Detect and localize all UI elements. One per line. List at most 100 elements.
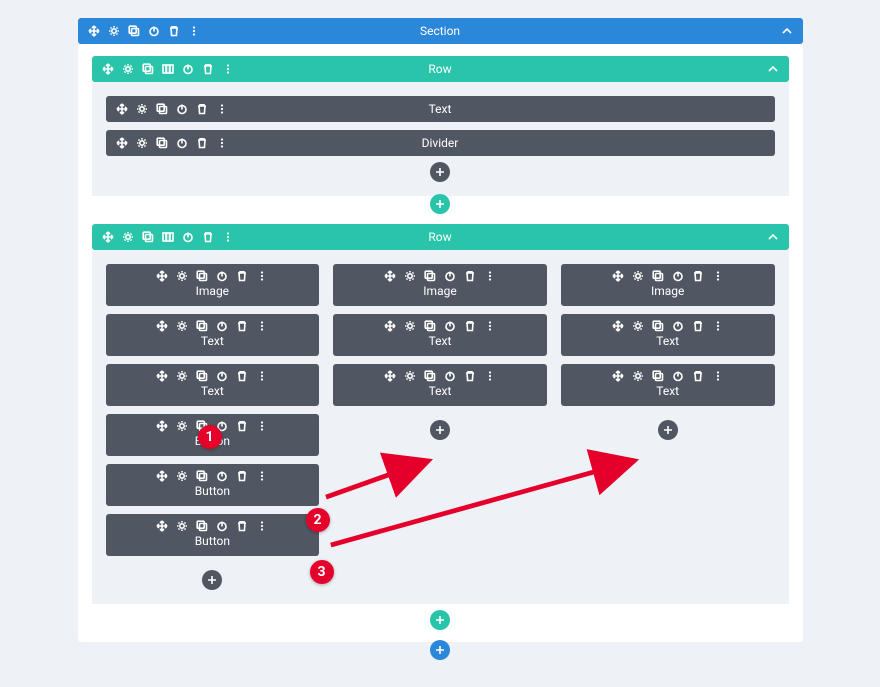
more-icon[interactable] bbox=[712, 320, 724, 332]
gear-icon[interactable] bbox=[632, 270, 644, 282]
power-icon[interactable] bbox=[444, 370, 456, 382]
duplicate-icon[interactable] bbox=[652, 370, 664, 382]
gear-icon[interactable] bbox=[122, 231, 134, 243]
power-icon[interactable] bbox=[148, 25, 160, 37]
gear-icon[interactable] bbox=[176, 470, 188, 482]
trash-icon[interactable] bbox=[464, 320, 476, 332]
more-icon[interactable] bbox=[256, 520, 268, 532]
module-block-button[interactable]: Button bbox=[106, 464, 320, 506]
power-icon[interactable] bbox=[216, 270, 228, 282]
power-icon[interactable] bbox=[182, 231, 194, 243]
trash-icon[interactable] bbox=[464, 270, 476, 282]
move-icon[interactable] bbox=[156, 320, 168, 332]
more-icon[interactable] bbox=[222, 63, 234, 75]
more-icon[interactable] bbox=[216, 137, 228, 149]
duplicate-icon[interactable] bbox=[424, 270, 436, 282]
row-bar[interactable]: Row bbox=[92, 224, 789, 250]
columns-icon[interactable] bbox=[162, 63, 174, 75]
module-block-image[interactable]: Image bbox=[106, 264, 320, 306]
move-icon[interactable] bbox=[384, 370, 396, 382]
module-block-text[interactable]: Text bbox=[561, 314, 775, 356]
more-icon[interactable] bbox=[484, 270, 496, 282]
more-icon[interactable] bbox=[256, 320, 268, 332]
trash-icon[interactable] bbox=[236, 370, 248, 382]
move-icon[interactable] bbox=[156, 420, 168, 432]
section-bar[interactable]: Section bbox=[78, 18, 803, 44]
gear-icon[interactable] bbox=[632, 370, 644, 382]
power-icon[interactable] bbox=[672, 370, 684, 382]
add-module-button[interactable] bbox=[658, 420, 678, 440]
duplicate-icon[interactable] bbox=[652, 270, 664, 282]
move-icon[interactable] bbox=[384, 320, 396, 332]
more-icon[interactable] bbox=[484, 370, 496, 382]
duplicate-icon[interactable] bbox=[156, 137, 168, 149]
columns-icon[interactable] bbox=[162, 231, 174, 243]
move-icon[interactable] bbox=[156, 520, 168, 532]
duplicate-icon[interactable] bbox=[424, 320, 436, 332]
module-block-text[interactable]: Text bbox=[106, 314, 320, 356]
duplicate-icon[interactable] bbox=[142, 63, 154, 75]
trash-icon[interactable] bbox=[692, 320, 704, 332]
trash-icon[interactable] bbox=[196, 103, 208, 115]
more-icon[interactable] bbox=[484, 320, 496, 332]
module-bar-text[interactable]: Text bbox=[106, 96, 775, 122]
move-icon[interactable] bbox=[102, 63, 114, 75]
chevron-up-icon[interactable] bbox=[767, 231, 779, 243]
trash-icon[interactable] bbox=[236, 470, 248, 482]
more-icon[interactable] bbox=[712, 270, 724, 282]
gear-icon[interactable] bbox=[136, 137, 148, 149]
trash-icon[interactable] bbox=[236, 270, 248, 282]
chevron-up-icon[interactable] bbox=[767, 63, 779, 75]
power-icon[interactable] bbox=[216, 470, 228, 482]
add-row-button[interactable] bbox=[430, 610, 450, 630]
trash-icon[interactable] bbox=[202, 231, 214, 243]
duplicate-icon[interactable] bbox=[196, 320, 208, 332]
more-icon[interactable] bbox=[216, 103, 228, 115]
more-icon[interactable] bbox=[256, 270, 268, 282]
add-module-button[interactable] bbox=[202, 570, 222, 590]
move-icon[interactable] bbox=[88, 25, 100, 37]
move-icon[interactable] bbox=[612, 320, 624, 332]
module-block-image[interactable]: Image bbox=[333, 264, 547, 306]
gear-icon[interactable] bbox=[632, 320, 644, 332]
duplicate-icon[interactable] bbox=[424, 370, 436, 382]
duplicate-icon[interactable] bbox=[196, 470, 208, 482]
more-icon[interactable] bbox=[188, 25, 200, 37]
trash-icon[interactable] bbox=[202, 63, 214, 75]
add-module-button[interactable] bbox=[430, 420, 450, 440]
duplicate-icon[interactable] bbox=[652, 320, 664, 332]
gear-icon[interactable] bbox=[108, 25, 120, 37]
gear-icon[interactable] bbox=[176, 420, 188, 432]
move-icon[interactable] bbox=[116, 137, 128, 149]
gear-icon[interactable] bbox=[176, 270, 188, 282]
power-icon[interactable] bbox=[672, 320, 684, 332]
add-row-button[interactable] bbox=[430, 194, 450, 214]
gear-icon[interactable] bbox=[176, 320, 188, 332]
move-icon[interactable] bbox=[156, 370, 168, 382]
module-block-text[interactable]: Text bbox=[333, 314, 547, 356]
gear-icon[interactable] bbox=[176, 370, 188, 382]
power-icon[interactable] bbox=[444, 270, 456, 282]
gear-icon[interactable] bbox=[136, 103, 148, 115]
module-block-image[interactable]: Image bbox=[561, 264, 775, 306]
gear-icon[interactable] bbox=[404, 370, 416, 382]
row-bar[interactable]: Row bbox=[92, 56, 789, 82]
more-icon[interactable] bbox=[256, 470, 268, 482]
gear-icon[interactable] bbox=[404, 270, 416, 282]
move-icon[interactable] bbox=[156, 470, 168, 482]
duplicate-icon[interactable] bbox=[196, 520, 208, 532]
gear-icon[interactable] bbox=[176, 520, 188, 532]
module-block-text[interactable]: Text bbox=[333, 364, 547, 406]
chevron-up-icon[interactable] bbox=[781, 25, 793, 37]
move-icon[interactable] bbox=[156, 270, 168, 282]
trash-icon[interactable] bbox=[236, 520, 248, 532]
power-icon[interactable] bbox=[216, 520, 228, 532]
trash-icon[interactable] bbox=[236, 420, 248, 432]
module-bar-divider[interactable]: Divider bbox=[106, 130, 775, 156]
move-icon[interactable] bbox=[102, 231, 114, 243]
add-module-button[interactable] bbox=[430, 162, 450, 182]
more-icon[interactable] bbox=[256, 370, 268, 382]
trash-icon[interactable] bbox=[168, 25, 180, 37]
trash-icon[interactable] bbox=[236, 320, 248, 332]
gear-icon[interactable] bbox=[404, 320, 416, 332]
